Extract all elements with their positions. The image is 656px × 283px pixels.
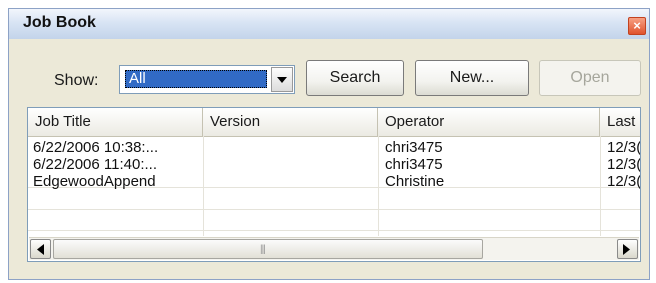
cell-job-title: 6/22/2006 11:40:... [33, 156, 157, 173]
cell-version [203, 139, 378, 156]
job-table[interactable]: Job Title Version Operator Last I 6/22/2… [27, 107, 641, 262]
show-select-value: All [125, 70, 267, 88]
column-header-version[interactable]: Version [203, 108, 378, 136]
table-row[interactable]: 6/22/2006 10:38:... chri3475 12/3( [28, 139, 640, 156]
dropdown-button[interactable] [271, 67, 293, 92]
title-bar[interactable]: Job Book × [9, 9, 649, 39]
table-row[interactable]: 6/22/2006 11:40:... chri3475 12/3( [28, 156, 640, 173]
horizontal-scrollbar[interactable]: ||| [29, 237, 639, 260]
row-divider [28, 230, 640, 231]
open-button[interactable]: Open [539, 60, 641, 96]
column-header-operator[interactable]: Operator [378, 108, 600, 136]
chevron-down-icon [277, 77, 287, 83]
column-header-last[interactable]: Last I [600, 108, 640, 136]
cell-last: 12/3( [607, 139, 641, 156]
scroll-right-button[interactable] [617, 239, 638, 259]
cell-job-title: 6/22/2006 10:38:... [33, 139, 159, 156]
cell-operator: Christine [385, 173, 445, 190]
close-icon[interactable]: × [628, 17, 646, 35]
cell-version [203, 173, 378, 190]
job-book-window: Job Book × Show: All Search New... Open … [8, 8, 650, 280]
column-header-job-title[interactable]: Job Title [28, 108, 203, 136]
show-select[interactable]: All [119, 65, 295, 94]
scroll-left-button[interactable] [30, 239, 51, 259]
cell-operator: chri3475 [385, 156, 443, 173]
cell-last: 12/3( [607, 156, 641, 173]
cell-operator: chri3475 [385, 139, 443, 156]
table-row[interactable]: EdgewoodAppend Christine 12/3( [28, 173, 640, 190]
grip-icon: ||| [260, 244, 266, 255]
chevron-right-icon [623, 244, 630, 255]
show-label: Show: [54, 72, 99, 89]
table-header: Job Title Version Operator Last I [28, 108, 640, 137]
chevron-left-icon [37, 244, 44, 255]
cell-version [203, 156, 378, 173]
cell-job-title: EdgewoodAppend [33, 173, 156, 190]
row-divider [28, 209, 640, 210]
window-title: Job Book [23, 14, 96, 31]
search-button[interactable]: Search [306, 60, 404, 96]
scrollbar-thumb[interactable]: ||| [53, 239, 483, 259]
cell-last: 12/3( [607, 173, 641, 190]
new-button[interactable]: New... [415, 60, 529, 96]
